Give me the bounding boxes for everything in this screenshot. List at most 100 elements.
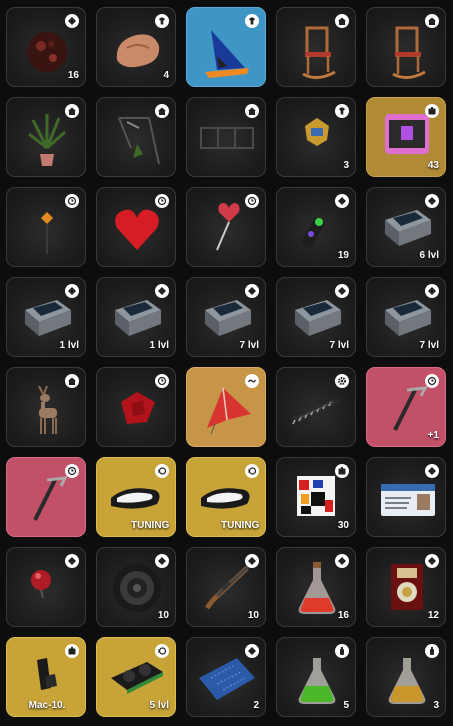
inventory-slot[interactable] xyxy=(186,187,266,267)
item-count: 1 lvl xyxy=(149,340,169,351)
item-count: 6 lvl xyxy=(419,250,439,261)
item-count: 5 lvl xyxy=(149,700,169,711)
diamond-icon xyxy=(335,554,349,568)
inventory-slot[interactable]: 10 xyxy=(186,547,266,627)
diamond-icon xyxy=(65,14,79,28)
inventory-grid: 16 4 3 43 19 6 lvl 1 lvl 1 lvl 7 lvl 7 l… xyxy=(6,7,446,717)
item-count: 3 xyxy=(433,700,439,711)
diamond-icon xyxy=(425,194,439,208)
inventory-slot[interactable] xyxy=(96,367,176,447)
inventory-slot[interactable] xyxy=(6,367,86,447)
inventory-slot[interactable]: 16 xyxy=(276,547,356,627)
inventory-slot[interactable] xyxy=(366,457,446,537)
house-icon xyxy=(335,14,349,28)
item-count: 30 xyxy=(337,520,349,531)
diamond-icon xyxy=(155,554,169,568)
diamond-icon xyxy=(425,284,439,298)
inventory-slot[interactable]: 1 lvl xyxy=(96,277,176,357)
bottle-icon xyxy=(335,644,349,658)
inventory-slot[interactable]: 5 xyxy=(276,637,356,717)
item-count: 7 lvl xyxy=(239,340,259,351)
speed-icon xyxy=(245,464,259,478)
shirt-icon xyxy=(155,14,169,28)
house-icon xyxy=(245,104,259,118)
house-icon xyxy=(65,104,79,118)
inventory-slot[interactable]: 19 xyxy=(276,187,356,267)
item-count: 12 xyxy=(427,610,439,621)
inventory-slot[interactable] xyxy=(6,547,86,627)
inventory-slot[interactable]: TUNING xyxy=(186,457,266,537)
clock-icon xyxy=(65,464,79,478)
inventory-slot[interactable]: 7 lvl xyxy=(276,277,356,357)
diamond-icon xyxy=(335,194,349,208)
house-icon xyxy=(65,374,79,388)
inventory-slot[interactable]: +1 xyxy=(366,367,446,447)
item-count: 7 lvl xyxy=(419,340,439,351)
house-icon xyxy=(425,14,439,28)
house-icon xyxy=(155,104,169,118)
inventory-slot[interactable]: 2 xyxy=(186,637,266,717)
item-count: 3 xyxy=(343,160,349,171)
clock-icon xyxy=(155,374,169,388)
item-count: TUNING xyxy=(221,520,260,531)
inventory-slot[interactable]: 3 xyxy=(276,97,356,177)
case-icon xyxy=(65,644,79,658)
clock-icon xyxy=(245,194,259,208)
inventory-slot[interactable]: 5 lvl xyxy=(96,637,176,717)
item-count: TUNING xyxy=(131,520,170,531)
diamond-icon xyxy=(425,554,439,568)
inventory-slot[interactable] xyxy=(96,97,176,177)
clock-icon xyxy=(155,194,169,208)
item-count: 10 xyxy=(247,610,259,621)
inventory-slot[interactable]: 1 lvl xyxy=(6,277,86,357)
inventory-slot[interactable] xyxy=(186,97,266,177)
inventory-slot[interactable]: 7 lvl xyxy=(366,277,446,357)
inventory-slot[interactable]: TUNING xyxy=(96,457,176,537)
inventory-slot[interactable] xyxy=(276,367,356,447)
item-count: Mac-10. xyxy=(28,700,66,711)
inventory-slot[interactable] xyxy=(96,187,176,267)
bottle-icon xyxy=(425,644,439,658)
item-count: 16 xyxy=(67,70,79,81)
inventory-slot[interactable]: 6 lvl xyxy=(366,187,446,267)
inventory-slot[interactable] xyxy=(186,367,266,447)
speed-icon xyxy=(155,644,169,658)
diamond-icon xyxy=(65,284,79,298)
inventory-slot[interactable] xyxy=(186,7,266,87)
inventory-slot[interactable]: 7 lvl xyxy=(186,277,266,357)
inventory-slot[interactable]: 12 xyxy=(366,547,446,627)
inventory-slot[interactable]: 16 xyxy=(6,7,86,87)
item-count: +1 xyxy=(427,430,439,441)
diamond-icon xyxy=(65,554,79,568)
shirt-icon xyxy=(335,104,349,118)
inventory-slot[interactable] xyxy=(6,457,86,537)
item-count: 5 xyxy=(343,700,349,711)
inventory-slot[interactable]: Mac-10. xyxy=(6,637,86,717)
item-count: 1 lvl xyxy=(59,340,79,351)
inventory-slot[interactable] xyxy=(6,187,86,267)
shirt-icon xyxy=(245,14,259,28)
clock-icon xyxy=(425,374,439,388)
case-icon xyxy=(335,464,349,478)
inventory-slot[interactable] xyxy=(6,97,86,177)
item-count: 19 xyxy=(337,250,349,261)
inventory-slot[interactable]: 43 xyxy=(366,97,446,177)
inventory-slot[interactable]: 3 xyxy=(366,637,446,717)
diamond-icon xyxy=(425,464,439,478)
diamond-icon xyxy=(245,284,259,298)
inventory-slot[interactable] xyxy=(366,7,446,87)
wave-icon xyxy=(245,374,259,388)
inventory-slot[interactable] xyxy=(276,7,356,87)
diamond-icon xyxy=(245,554,259,568)
item-count: 43 xyxy=(427,160,439,171)
diamond-icon xyxy=(245,644,259,658)
inventory-slot[interactable]: 10 xyxy=(96,547,176,627)
diamond-icon xyxy=(335,284,349,298)
item-count: 2 xyxy=(253,700,259,711)
item-count: 4 xyxy=(163,70,169,81)
inventory-slot[interactable]: 30 xyxy=(276,457,356,537)
inventory-slot[interactable]: 4 xyxy=(96,7,176,87)
clock-icon xyxy=(65,194,79,208)
item-count: 7 lvl xyxy=(329,340,349,351)
item-count: 10 xyxy=(157,610,169,621)
